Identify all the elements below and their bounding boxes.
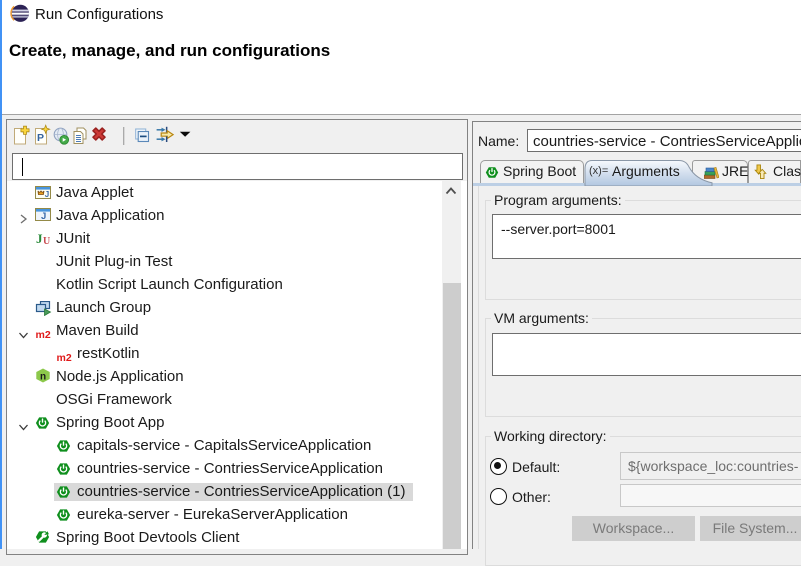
svg-text:J: J: [41, 211, 46, 221]
svg-text:n: n: [40, 372, 46, 383]
svg-text:J: J: [36, 231, 43, 245]
svg-text:m2: m2: [57, 352, 72, 362]
svg-text:P: P: [37, 132, 44, 144]
svg-text:m2: m2: [36, 329, 51, 339]
svg-text:J: J: [45, 190, 49, 199]
svg-text:U: U: [43, 236, 50, 245]
